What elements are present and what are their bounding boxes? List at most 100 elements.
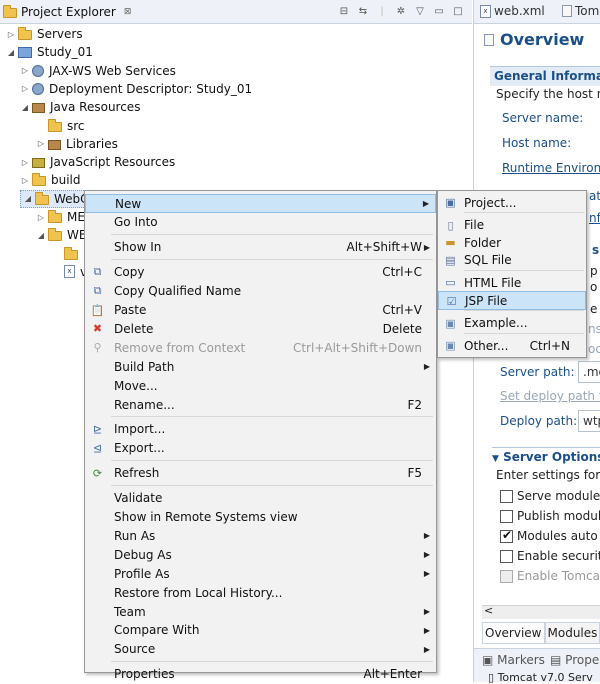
general-information-section[interactable]: General Informatio xyxy=(490,66,600,86)
menu-item-other[interactable]: ▣Other...Ctrl+N xyxy=(438,336,586,355)
tree-item[interactable]: ◢Java Resources xyxy=(20,98,140,116)
tree-item[interactable]: src xyxy=(36,117,85,135)
menu-item-new[interactable]: New▶ xyxy=(85,194,436,213)
menu-item-refresh[interactable]: ⟳RefreshF5 xyxy=(85,464,436,483)
example-icon: ▣ xyxy=(444,317,457,330)
option-checkbox[interactable]: Enable security xyxy=(500,549,600,563)
option-checkbox[interactable]: Publish module xyxy=(500,509,600,523)
tab-markers[interactable]: ▣ Markers xyxy=(482,653,545,667)
tree-item[interactable]: ▷ME xyxy=(36,208,85,226)
tab-tomcat[interactable]: Tom xyxy=(562,4,599,18)
menu-item-import[interactable]: ⊵Import... xyxy=(85,420,436,439)
expanded-arrow-icon[interactable]: ◢ xyxy=(20,103,30,112)
menu-item-copy[interactable]: ⧉CopyCtrl+C xyxy=(85,263,436,282)
folder-icon xyxy=(35,195,49,205)
collapsed-arrow-icon[interactable]: ▷ xyxy=(20,84,30,93)
tree-item[interactable]: l xyxy=(52,245,86,263)
server-path-input[interactable]: .me xyxy=(578,361,600,383)
menu-item-label: Restore from Local History... xyxy=(114,586,282,600)
menu-item-copy-qualified-name[interactable]: ⧉Copy Qualified Name xyxy=(85,282,436,301)
menu-item-example[interactable]: ▣Example... xyxy=(438,314,586,333)
tree-item[interactable]: ▷Libraries xyxy=(36,135,118,153)
tree-item[interactable]: xv xyxy=(52,263,87,281)
menu-item-label: Refresh xyxy=(114,466,159,480)
menu-item-validate[interactable]: Validate xyxy=(85,489,436,508)
runtime-environment-link[interactable]: Runtime Environm xyxy=(502,161,600,175)
remove-icon: ⚲ xyxy=(91,341,104,354)
focus-icon[interactable]: ✲ xyxy=(395,5,407,17)
tab-web-xml[interactable]: x web.xml xyxy=(480,4,545,18)
project-explorer-tab[interactable]: Project Explorer ⊠ xyxy=(3,4,131,20)
checkbox-icon[interactable] xyxy=(500,550,513,563)
menu-item-paste[interactable]: 📋PasteCtrl+V xyxy=(85,301,436,320)
menu-item-sql-file[interactable]: ▤SQL File xyxy=(438,251,586,270)
collapsed-arrow-icon[interactable]: ▷ xyxy=(20,66,30,75)
checkbox-icon[interactable] xyxy=(500,490,513,503)
menu-item-team[interactable]: Team▶ xyxy=(85,602,436,621)
menu-item-export[interactable]: ⊴Export... xyxy=(85,439,436,458)
tree-item-label: build xyxy=(51,173,81,187)
js-icon xyxy=(32,158,45,168)
menu-item-source[interactable]: Source▶ xyxy=(85,640,436,659)
expanded-arrow-icon[interactable]: ◢ xyxy=(36,231,46,240)
view-menu-icon[interactable]: ▽ xyxy=(414,5,426,17)
collapse-all-icon[interactable]: ⊟ xyxy=(338,5,350,17)
collapsed-arrow-icon[interactable]: ▷ xyxy=(36,139,46,148)
menu-item-debug-as[interactable]: Debug As▶ xyxy=(85,545,436,564)
menu-item-compare-with[interactable]: Compare With▶ xyxy=(85,621,436,640)
server-file-icon xyxy=(562,5,572,17)
menu-item-file[interactable]: ▯File xyxy=(438,216,586,235)
option-checkbox[interactable]: Serve modules v xyxy=(500,489,600,503)
link-with-editor-icon[interactable]: ⇆ xyxy=(357,5,369,17)
menu-item-profile-as[interactable]: Profile As▶ xyxy=(85,564,436,583)
import-icon: ⊵ xyxy=(91,423,104,436)
tree-item[interactable]: ▷ build xyxy=(20,171,81,189)
collapsed-arrow-icon[interactable]: ▷ xyxy=(20,176,30,185)
menu-item-restore-from-local-history[interactable]: Restore from Local History... xyxy=(85,583,436,602)
menu-item-move[interactable]: Move... xyxy=(85,376,436,395)
menu-item-show-in-remote-systems-view[interactable]: Show in Remote Systems view xyxy=(85,508,436,527)
server-options-section[interactable]: ▼ Server Options xyxy=(492,447,600,467)
collapsed-arrow-icon[interactable]: ▷ xyxy=(6,30,16,39)
menu-item-rename[interactable]: Rename...F2 xyxy=(85,395,436,414)
jar-icon xyxy=(48,140,61,150)
set-deploy-path-link[interactable]: Set deploy path to xyxy=(500,389,600,403)
markers-icon: ▣ xyxy=(482,653,493,667)
collapsed-arrow-icon[interactable]: ▷ xyxy=(36,213,46,222)
menu-item-project[interactable]: ▣Project... xyxy=(438,193,586,212)
menu-item-jsp-file[interactable]: ☑JSP File xyxy=(438,291,586,310)
tree-item[interactable]: ▷Servers xyxy=(6,25,83,43)
tab-properties[interactable]: ▤ Proper xyxy=(550,653,600,667)
scroll-left-icon[interactable]: < xyxy=(484,604,493,617)
menu-item-properties[interactable]: PropertiesAlt+Enter xyxy=(85,665,436,684)
tree-item[interactable]: ◢WE xyxy=(36,226,86,244)
tree-item[interactable]: ▷Deployment Descriptor: Study_01 xyxy=(20,80,252,98)
menu-item-run-as[interactable]: Run As▶ xyxy=(85,526,436,545)
tab-overview[interactable]: Overview xyxy=(482,622,545,644)
close-icon[interactable]: ⊠ xyxy=(124,7,132,17)
menu-item-label: Delete xyxy=(114,322,153,336)
checkbox-checked-icon[interactable] xyxy=(500,530,513,543)
tree-item[interactable]: ◢Study_01 xyxy=(6,43,93,61)
tree-item[interactable]: ▷JavaScript Resources xyxy=(20,153,175,171)
section-title: Server Options xyxy=(503,450,600,464)
minimize-icon[interactable]: ▭ xyxy=(433,5,445,17)
menu-item-folder[interactable]: ▬Folder xyxy=(438,233,586,252)
checkbox-icon[interactable] xyxy=(500,510,513,523)
menu-item-go-into[interactable]: Go Into xyxy=(85,213,436,232)
menu-item-show-in[interactable]: Show InAlt+Shift+W▶ xyxy=(85,238,436,257)
expanded-arrow-icon[interactable]: ◢ xyxy=(6,48,16,57)
server-entry[interactable]: ▯ Tomcat v7.0 Serv xyxy=(488,671,593,684)
tab-modules[interactable]: Modules xyxy=(545,622,600,644)
collapsed-arrow-icon[interactable]: ▷ xyxy=(20,158,30,167)
menu-item-build-path[interactable]: Build Path▶ xyxy=(85,357,436,376)
deploy-path-input[interactable]: wtp xyxy=(578,410,600,432)
expanded-arrow-icon[interactable]: ◢ xyxy=(23,194,33,203)
tree-item[interactable]: ◢WebC xyxy=(20,190,92,208)
option-checkbox[interactable]: Modules auto r xyxy=(500,529,600,543)
maximize-icon[interactable]: □ xyxy=(452,5,464,17)
menu-item-delete[interactable]: ✖DeleteDelete xyxy=(85,319,436,338)
horizontal-scrollbar[interactable]: < xyxy=(482,605,600,619)
menu-item-html-file[interactable]: ▭HTML File xyxy=(438,273,586,292)
tree-item[interactable]: ▷JAX-WS Web Services xyxy=(20,62,176,80)
